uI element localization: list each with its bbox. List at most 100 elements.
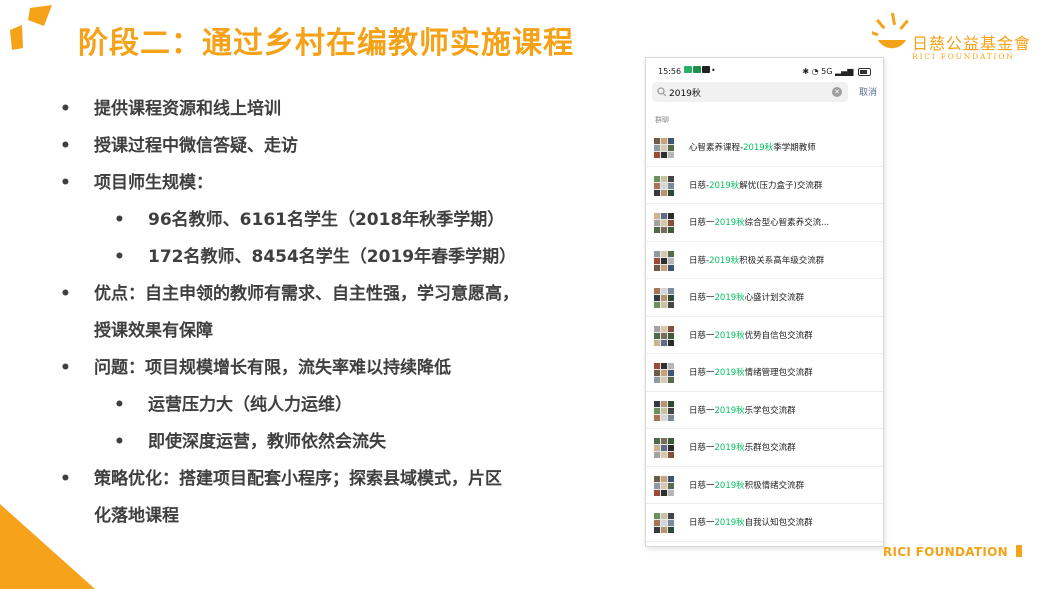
group-name-highlight: 2019秋 [714,330,745,341]
sun-logo-icon [872,12,909,49]
group-name-prefix: 日慈- [689,180,710,191]
group-chat-name: 日慈一2019秋自我认知包交流群 [689,516,877,528]
group-avatar-icon [654,250,674,271]
group-name-prefix: 日慈一 [689,480,715,491]
search-input[interactable] [669,84,829,100]
group-avatar-icon [654,475,674,496]
group-name-prefix: 心智素养课程- [689,143,744,153]
group-name-suffix: 季学期教师 [773,143,816,153]
signal-label: 5G [821,67,833,76]
group-name-highlight: 2019秋 [714,518,745,528]
group-chat-name: 日慈一2019秋心盛计划交流群 [689,291,877,303]
group-chat-name: 日慈一2019秋乐群包交流群 [689,441,877,453]
group-chat-item[interactable]: 日慈一2019秋综合型心智素养交流... [646,204,883,242]
wechat-search-screenshot: 15:56 • ✱ ◔ 5G ▂▄▆ ✕ 取消 群聊 心智素养课程-2019秋季… [645,57,884,547]
group-chat-name: 日慈一2019秋积极情绪交流群 [689,479,877,491]
group-chat-name: 日慈-2019秋解忧(压力盒子)交流群 [689,179,877,191]
group-name-prefix: 日慈一 [689,218,715,228]
group-chat-item[interactable]: 日慈一2019秋心盛计划交流群 [646,279,883,317]
group-name-suffix: 综合型心智素养交流... [744,218,830,228]
group-name-highlight: 2019秋 [714,443,745,453]
group-name-prefix: 日慈一 [689,330,715,341]
group-name-suffix: 乐学包交流群 [744,405,796,416]
group-chat-item[interactable]: 日慈一2019秋乐学包交流群 [646,392,883,429]
group-name-highlight: 2019秋 [709,255,740,266]
group-chat-name: 日慈一2019秋乐学包交流群 [689,404,877,416]
group-chat-item[interactable]: 日慈一2019秋优势自信包交流群 [646,317,883,354]
group-name-suffix: 解忧(压力盒子)交流群 [739,180,823,191]
group-name-highlight: 2019秋 [714,368,745,378]
status-bar: 15:56 • ✱ ◔ 5G ▂▄▆ [646,58,883,82]
group-chat-name: 日慈-2019秋积极关系高年级交流群 [689,254,877,266]
group-chat-item[interactable]: 日慈一2019秋积极情绪交流群 [646,467,883,504]
status-indicators: ✱ ◔ 5G ▂▄▆ [802,67,871,76]
search-row: ✕ 取消 [652,82,877,104]
battery-icon [858,67,871,76]
group-avatar-icon [654,438,674,458]
group-chat-item[interactable]: 日慈一2019秋自我认知包交流群 [646,504,883,542]
group-chat-item[interactable]: 日慈-2019秋积极关系高年级交流群 [646,242,883,279]
group-name-highlight: 2019秋 [743,143,774,153]
group-avatar-icon [654,175,674,196]
bullet-item: 授课过程中微信答疑、走访 [58,128,618,165]
group-name-prefix: 日慈一 [689,405,715,416]
group-chat-item[interactable]: 日慈-2019秋解忧(压力盒子)交流群 [646,167,883,204]
wechat-icon [684,66,692,73]
bullet-item: 即使深度运营，教师依然会流失 [58,424,618,461]
group-chat-list: 心智素养课程-2019秋季学期教师 日慈-2019秋解忧(压力盒子)交流群 日慈一2… [646,129,883,542]
group-name-highlight: 2019秋 [709,180,740,191]
group-name-prefix: 日慈一 [689,443,715,453]
status-time: 15:56 [658,67,682,76]
group-name-suffix: 情绪管理包交流群 [744,368,813,378]
section-label-group-chats: 群聊 [655,116,669,124]
group-name-highlight: 2019秋 [714,480,745,491]
group-name-highlight: 2019秋 [714,218,745,228]
bullet-item: 问题：项目规模增长有限，流失率难以持续降低 [58,350,618,387]
group-avatar-icon [654,288,674,308]
search-icon [657,87,667,97]
app-icon [702,66,710,73]
group-chat-item[interactable]: 心智素养课程-2019秋季学期教师 [646,129,883,167]
group-chat-item[interactable]: 日慈一2019秋乐群包交流群 [646,429,883,467]
bullet-item: 提供课程资源和线上培训 [58,91,618,128]
bullet-list: 提供课程资源和线上培训授课过程中微信答疑、走访项目师生规模：96名教师、6161… [58,91,618,535]
bullet-item: 化落地课程 [94,506,179,526]
group-chat-name: 心智素养课程-2019秋季学期教师 [689,141,877,153]
cancel-button[interactable]: 取消 [859,85,877,98]
group-name-suffix: 自我认知包交流群 [744,518,813,528]
bullet-item: 项目师生规模： [58,165,618,202]
bullet-item: 172名教师、8454名学生（2019年春季学期） [58,239,618,276]
group-avatar-icon [654,325,674,346]
footer-brand: RICI FOUNDATION [882,545,1008,559]
group-avatar-icon [654,213,674,233]
group-chat-name: 日慈一2019秋优势自信包交流群 [689,329,877,341]
group-name-suffix: 优势自信包交流群 [744,330,813,341]
group-chat-name: 日慈一2019秋情绪管理包交流群 [689,366,877,378]
logo-chinese-name: 日慈公益基金會 [912,34,1032,53]
bullet-item: 策略优化：搭建项目配套小程序；探索县域模式，片区 [58,461,618,498]
group-avatar-icon [654,363,674,383]
rici-logo: 日慈公益基金會 RICI FOUNDATION [872,8,1032,61]
group-name-suffix: 积极情绪交流群 [744,480,805,491]
group-name-highlight: 2019秋 [714,405,745,416]
logo-english-name: RICI FOUNDATION [912,52,1015,61]
search-box[interactable]: ✕ [652,82,848,102]
clear-icon[interactable]: ✕ [832,87,842,97]
status-app-icons: • [684,66,716,75]
group-name-suffix: 积极关系高年级交流群 [739,255,825,266]
bullet-item: 授课效果有保障 [94,321,213,341]
app-icon [693,66,701,73]
slide-title: 阶段二：通过乡村在编教师实施课程 [78,26,574,61]
group-chat-name: 日慈一2019秋综合型心智素养交流... [689,216,877,228]
bullet-item: 96名教师、6161名学生（2018年秋季学期） [58,202,618,239]
bullet-item: 运营压力大（纯人力运维） [58,387,618,424]
group-avatar-icon [654,513,674,533]
signal-icon: ▂▄▆ [834,67,854,76]
group-avatar-icon [654,400,674,421]
group-chat-item[interactable]: 日慈一2019秋情绪管理包交流群 [646,354,883,392]
footer-accent-bar [1016,545,1022,557]
group-avatar-icon [654,138,674,158]
wifi-icon: ◔ [811,67,819,76]
group-name-suffix: 心盛计划交流群 [744,293,805,303]
group-name-prefix: 日慈一 [689,368,715,378]
